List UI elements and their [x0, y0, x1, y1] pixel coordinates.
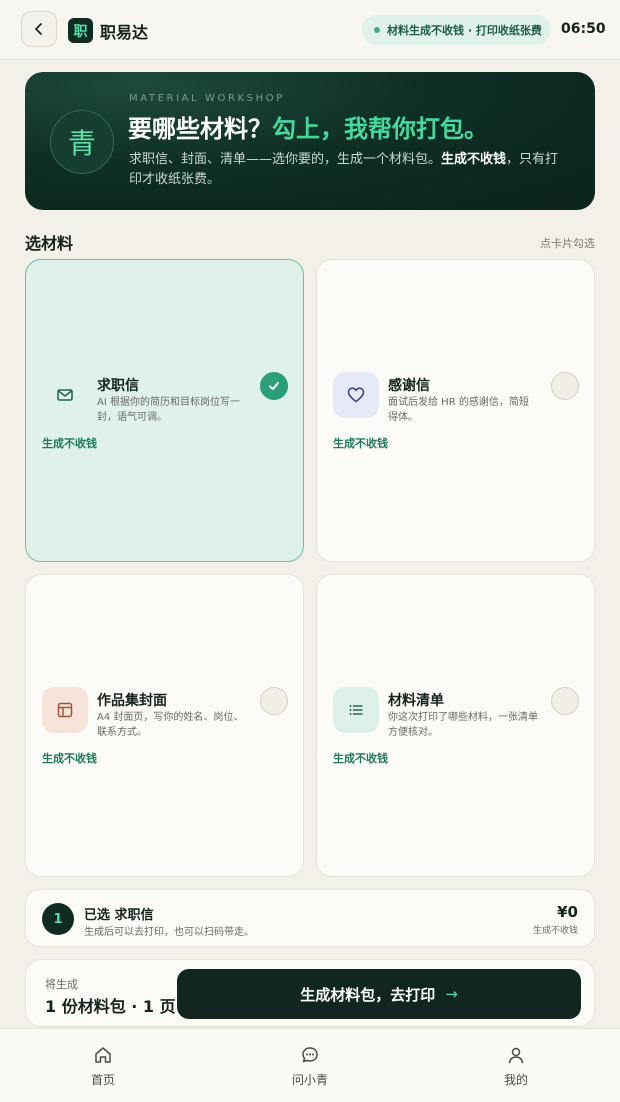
top-bar: 职 职易达 材料生成不收钱 · 打印收纸张费 06:50: [0, 0, 620, 60]
output-value: 1 份材料包 · 1 页: [45, 997, 176, 1016]
action-bar: 将生成 1 份材料包 · 1 页 生成材料包，去打印 →: [25, 959, 595, 1027]
total-price: ¥0: [557, 903, 578, 921]
chat-icon: [270, 1045, 350, 1067]
hero-eyebrow: MATERIAL WORKSHOP: [129, 93, 285, 104]
selected-count-badge: 1: [42, 903, 74, 935]
card-description: 面试后发给 HR 的感谢信，简短得体。: [388, 397, 529, 423]
hero-desc-bold: 生成不收钱: [441, 152, 507, 167]
app-name: 职易达: [100, 23, 149, 42]
clock: 06:50: [561, 21, 606, 37]
material-card-thank-you-letter[interactable]: 感谢信 面试后发给 HR 的感谢信，简短得体。 生成不收钱: [316, 259, 595, 562]
hero-description: 求职信、封面、清单——选你要的，生成一个材料包。生成不收钱，只有打印才收纸张费。: [129, 150, 569, 190]
card-price-note: 生成不收钱: [42, 437, 97, 450]
nav-item-ask-xiaoqing[interactable]: 问小青: [270, 1045, 350, 1088]
nav-label: 首页: [90, 1073, 115, 1087]
selection-summary: 1 已选 求职信 生成后可以去打印，也可以扫码带走。 ¥0 生成不收钱: [25, 889, 595, 947]
status-pill: 材料生成不收钱 · 打印收纸张费: [362, 15, 551, 45]
status-text: 材料生成不收钱 · 打印收纸张费: [387, 24, 542, 37]
nav-label: 问小青: [291, 1073, 328, 1087]
material-card-portfolio-cover[interactable]: 作品集封面 A4 封面页，写你的姓名、岗位、联系方式。 生成不收钱: [25, 574, 304, 877]
list-icon: [333, 687, 379, 733]
app-logo: 职: [68, 18, 93, 43]
summary-subtitle: 生成后可以去打印，也可以扫码带走。: [84, 927, 254, 938]
card-price-note: 生成不收钱: [333, 437, 388, 450]
output-label: 将生成: [45, 978, 78, 991]
card-price-note: 生成不收钱: [42, 752, 97, 765]
selection-checkbox[interactable]: [260, 372, 288, 400]
generate-and-print-button[interactable]: 生成材料包，去打印 →: [177, 969, 581, 1019]
card-title: 感谢信: [388, 378, 430, 394]
selection-checkbox[interactable]: [551, 372, 579, 400]
nav-item-home[interactable]: 首页: [63, 1045, 143, 1088]
card-title: 作品集封面: [97, 693, 167, 709]
user-icon: [476, 1045, 556, 1067]
card-description: A4 封面页，写你的姓名、岗位、联系方式。: [97, 712, 244, 738]
back-button[interactable]: [21, 11, 57, 47]
hero-banner: 青 MATERIAL WORKSHOP 要哪些材料？勾上，我帮你打包。 求职信、…: [25, 72, 595, 210]
selection-checkbox[interactable]: [551, 687, 579, 715]
card-title: 求职信: [97, 378, 139, 394]
material-card-checklist[interactable]: 材料清单 你这次打印了哪些材料，一张清单方便核对。 生成不收钱: [316, 574, 595, 877]
nav-item-me[interactable]: 我的: [476, 1045, 556, 1088]
hero-title-highlight: 勾上，我帮你打包。: [272, 115, 488, 143]
layout-icon: [42, 687, 88, 733]
hero-title-main: 要哪些材料？: [128, 115, 272, 143]
card-title: 材料清单: [388, 693, 444, 709]
hero-title: 要哪些材料？勾上，我帮你打包。: [128, 109, 488, 144]
cta-label: 生成材料包，去打印: [300, 985, 436, 1004]
bottom-nav: 首页 问小青 我的: [0, 1028, 620, 1102]
material-card-cover-letter[interactable]: 求职信 AI 根据你的简历和目标岗位写一封，语气可调。 生成不收钱: [25, 259, 304, 562]
hero-desc-before: 求职信、封面、清单——选你要的，生成一个材料包。: [129, 152, 442, 167]
arrow-right-icon: →: [445, 985, 458, 1003]
selection-checkbox[interactable]: [260, 687, 288, 715]
nav-label: 我的: [503, 1073, 528, 1087]
heart-icon: [333, 372, 379, 418]
status-dot: [374, 27, 380, 33]
card-description: 你这次打印了哪些材料，一张清单方便核对。: [388, 712, 538, 738]
check-icon: [269, 382, 279, 390]
assistant-badge: 青: [50, 110, 114, 174]
chevron-left-icon: [35, 23, 42, 35]
summary-title: 已选 求职信: [84, 908, 154, 923]
home-icon: [63, 1045, 143, 1067]
card-price-note: 生成不收钱: [333, 752, 388, 765]
mail-icon: [42, 372, 88, 418]
price-note: 生成不收钱: [532, 926, 578, 936]
section-title: 选材料: [25, 234, 74, 253]
card-description: AI 根据你的简历和目标岗位写一封，语气可调。: [97, 397, 240, 423]
section-hint: 点卡片勾选: [540, 237, 595, 250]
